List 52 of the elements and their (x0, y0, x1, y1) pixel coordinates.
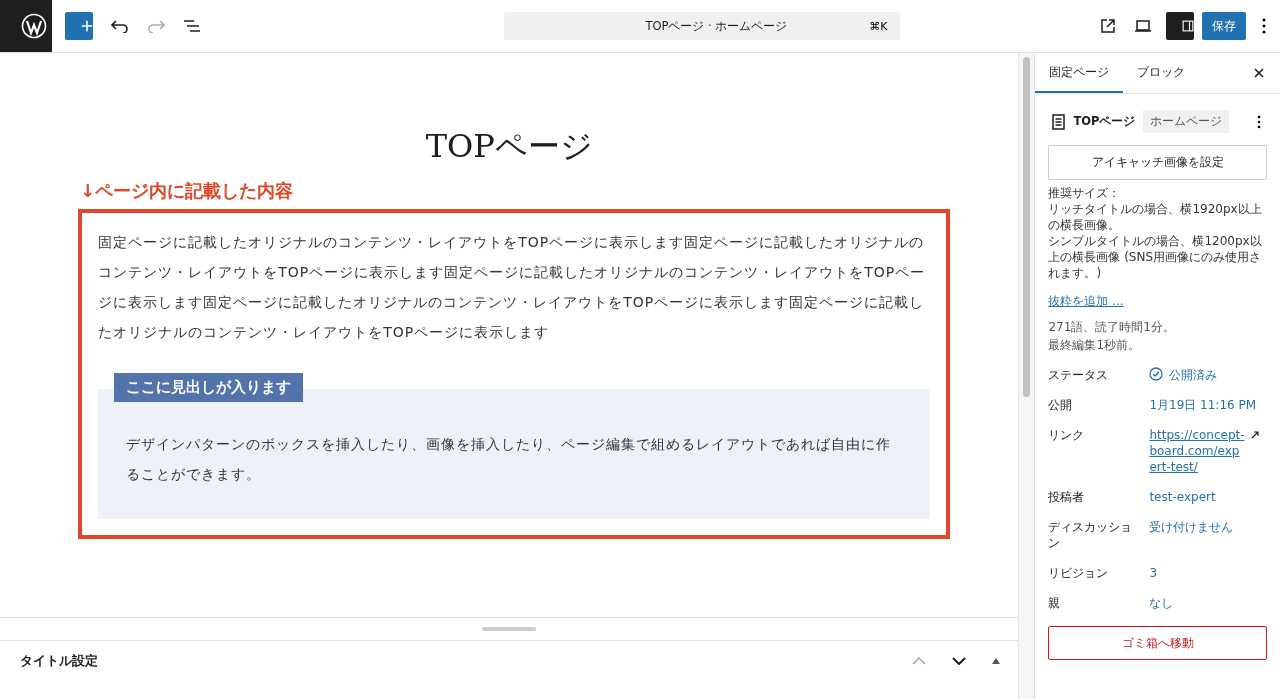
field-label: 投稿者 (1048, 489, 1086, 505)
add-excerpt-link[interactable]: 抜粋を追加 ... (1048, 293, 1267, 310)
field-label: ディスカッション (1048, 519, 1134, 551)
page-badge: ホームページ (1143, 110, 1230, 133)
field-label: 公開 (1048, 397, 1074, 413)
check-circle-icon (1149, 367, 1164, 381)
field-label: 親 (1048, 595, 1062, 611)
close-icon[interactable] (1254, 68, 1264, 78)
stats-text: 最終編集1秒前。 (1048, 337, 1141, 354)
save-button[interactable]: 保存 (1202, 12, 1246, 40)
field-label: リビジョン (1048, 565, 1110, 581)
size-note-line: リッチタイトルの場合、横1920px以上の横長画像。 (1048, 201, 1263, 233)
field-label: リンク (1048, 427, 1086, 444)
field-label: ステータス (1048, 367, 1110, 383)
more-options-icon[interactable] (1257, 114, 1261, 129)
size-note-line: シンプルタイトルの場合、横1200px以上の横長画像 (SNS用画像にのみ使用されます。) (1048, 233, 1263, 281)
laptop-icon[interactable] (1134, 19, 1152, 33)
box-heading[interactable]: ここに見出しが入ります (114, 373, 304, 402)
undo-icon[interactable] (111, 19, 129, 33)
field-value-link[interactable]: 受け付けません (1149, 519, 1234, 535)
document-icon (1052, 113, 1066, 130)
field-value-link[interactable]: 公開済み (1169, 367, 1218, 383)
scrollbar-thumb[interactable] (1023, 57, 1031, 397)
triangle-up-icon[interactable] (992, 658, 1001, 664)
external-link-icon[interactable] (1100, 18, 1116, 34)
featured-image-button[interactable]: アイキャッチ画像を設定 (1048, 145, 1267, 180)
box-text[interactable]: デザインパターンのボックスを挿入したり、画像を挿入したり、ページ編集で組めるレイアウトであれば自由に作ることができます。 (126, 429, 903, 489)
paragraph[interactable]: 固定ページに記載したオリジナルのコンテンツ・レイアウトをTOPページに表示します固定ページに記載したオリジナルのコンテンツ・レイアウトをTOPページに表示します固定ページに記載したオリジナルのコンテンツ・レイアウトをTOPページに表示します固定ページに記載したオリジナルのコンテンツ・レイアウトをTOPページに表示します固定ページに記載したオリジナルのコンテンツ・レイアウトをTOPページに表示します (98, 227, 931, 347)
sidebar-tab[interactable]: ブロック (1123, 53, 1200, 93)
external-arrow-icon (1251, 431, 1260, 439)
sidebar-tab[interactable]: 固定ページ (1035, 53, 1124, 93)
plus-icon (81, 19, 93, 33)
field-value-link[interactable]: 1月19日 11:16 PM (1149, 397, 1257, 413)
field-value-link[interactable]: なし (1149, 595, 1174, 611)
size-note-line: 推奨サイズ： (1048, 185, 1122, 201)
field-value-link[interactable]: 3 (1149, 565, 1157, 581)
wordpress-logo-icon[interactable] (0, 0, 52, 52)
field-value-link[interactable]: test-expert (1149, 489, 1216, 505)
annotation-label: ↓ページ内に記載した内容 (80, 179, 294, 203)
sidebar-toggle-icon[interactable] (1166, 12, 1194, 40)
trash-button[interactable]: ゴミ箱へ移動 (1048, 626, 1267, 660)
page-name: TOPページ (1073, 114, 1136, 129)
list-view-icon[interactable] (183, 19, 201, 33)
add-block-button[interactable] (65, 12, 93, 40)
resize-handle[interactable] (482, 627, 537, 631)
page-title[interactable]: TOPページ (425, 125, 593, 169)
chevron-down-icon[interactable] (952, 657, 967, 665)
command-bar[interactable]: TOPページ · ホームページ ⌘K (503, 12, 900, 40)
stats-text: 271語、読了時間1分。 (1048, 319, 1176, 336)
more-options-icon[interactable] (1262, 18, 1266, 34)
panel-title: タイトル設定 (20, 652, 98, 670)
permalink-link[interactable]: https://concept-board.com/expert-test/ (1149, 427, 1246, 475)
